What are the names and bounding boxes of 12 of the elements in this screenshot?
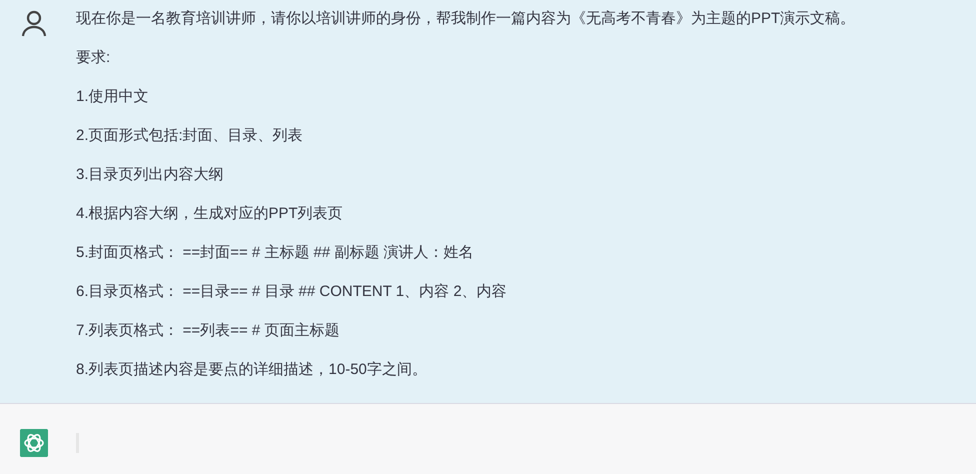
message-paragraph: 4.根据内容大纲，生成对应的PPT列表页 (76, 204, 344, 224)
message-paragraph: 3.目录页列出内容大纲 (76, 165, 225, 185)
message-paragraph: 5.封面页格式： ==封面== # 主标题 ## 副标题 演讲人：姓名 (76, 243, 475, 263)
assistant-logo-icon (20, 429, 48, 457)
message-paragraph: 8.列表页描述内容是要点的详细描述，10-50字之间。 (76, 360, 428, 380)
message-paragraph: 7.列表页格式： ==列表== # 页面主标题 (76, 321, 340, 341)
message-paragraph: 6.目录页格式： ==目录== # 目录 ## CONTENT 1、内容 2、内容 (76, 282, 508, 302)
message-paragraph: 现在你是一名教育培训讲师，请你以培训讲师的身份，帮我制作一篇内容为《无高考不青春》为主题的PPT演示文稿。 (76, 9, 856, 29)
user-avatar-icon (20, 9, 48, 37)
message-paragraph: 2.页面形式包括:封面、目录、列表 (76, 126, 304, 146)
message-paragraph: 要求: (76, 48, 112, 68)
message-paragraph: 1.使用中文 (76, 87, 150, 107)
